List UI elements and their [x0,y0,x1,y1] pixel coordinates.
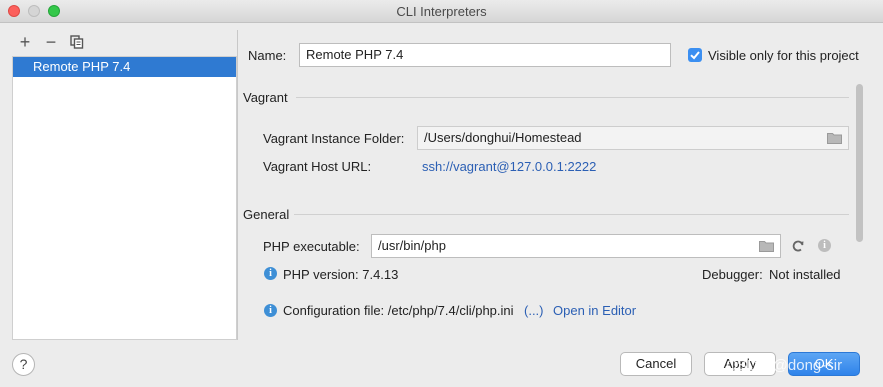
config-more-link[interactable]: (...) [524,303,544,318]
php-executable-field[interactable]: /usr/bin/php [371,234,781,258]
window-title: CLI Interpreters [396,4,487,19]
vagrant-section-divider [296,97,849,98]
remove-icon[interactable]: − [42,33,60,51]
watermark: CSDN @dong-sir [726,357,843,374]
info-icon: i [264,304,277,317]
debugger-value: Not installed [769,267,841,282]
title-bar: CLI Interpreters [0,0,883,23]
folder-icon[interactable] [759,240,774,252]
debugger-label: Debugger: [702,267,763,282]
vagrant-host-label: Vagrant Host URL: [263,159,372,174]
vagrant-section-title: Vagrant [243,90,288,105]
vagrant-folder-value: /Users/donghui/Homestead [424,130,582,145]
name-label: Name: [248,48,287,63]
interpreter-item-remote-php[interactable]: Remote PHP 7.4 [13,57,236,77]
open-in-editor-link[interactable]: Open in Editor [553,303,636,318]
add-icon[interactable]: + [16,33,34,51]
info-disabled-icon[interactable]: i [818,239,831,252]
folder-icon[interactable] [827,132,842,144]
info-icon: i [264,267,277,280]
visible-only-label: Visible only for this project [708,48,859,63]
vagrant-folder-label: Vagrant Instance Folder: [263,131,405,146]
config-file-text: Configuration file: /etc/php/7.4/cli/php… [283,303,514,318]
vagrant-host-link[interactable]: ssh://vagrant@127.0.0.1:2222 [422,159,596,174]
general-section-title: General [243,207,290,222]
refresh-icon[interactable] [791,239,805,253]
scrollbar-thumb[interactable] [856,84,863,242]
cancel-button[interactable]: Cancel [620,352,692,376]
vagrant-folder-field[interactable]: /Users/donghui/Homestead [417,126,849,150]
name-input[interactable]: Remote PHP 7.4 [299,43,671,67]
general-section-divider [294,214,849,215]
panel-divider[interactable] [237,30,238,340]
php-executable-label: PHP executable: [263,239,360,254]
interpreter-list[interactable]: Remote PHP 7.4 [12,56,237,340]
php-version-text: PHP version: 7.4.13 [283,267,399,282]
visible-only-checkbox[interactable] [688,48,702,62]
copy-icon[interactable] [68,33,86,51]
help-button[interactable]: ? [12,353,35,376]
checkmark-icon [690,51,700,60]
php-executable-value: /usr/bin/php [378,238,446,253]
